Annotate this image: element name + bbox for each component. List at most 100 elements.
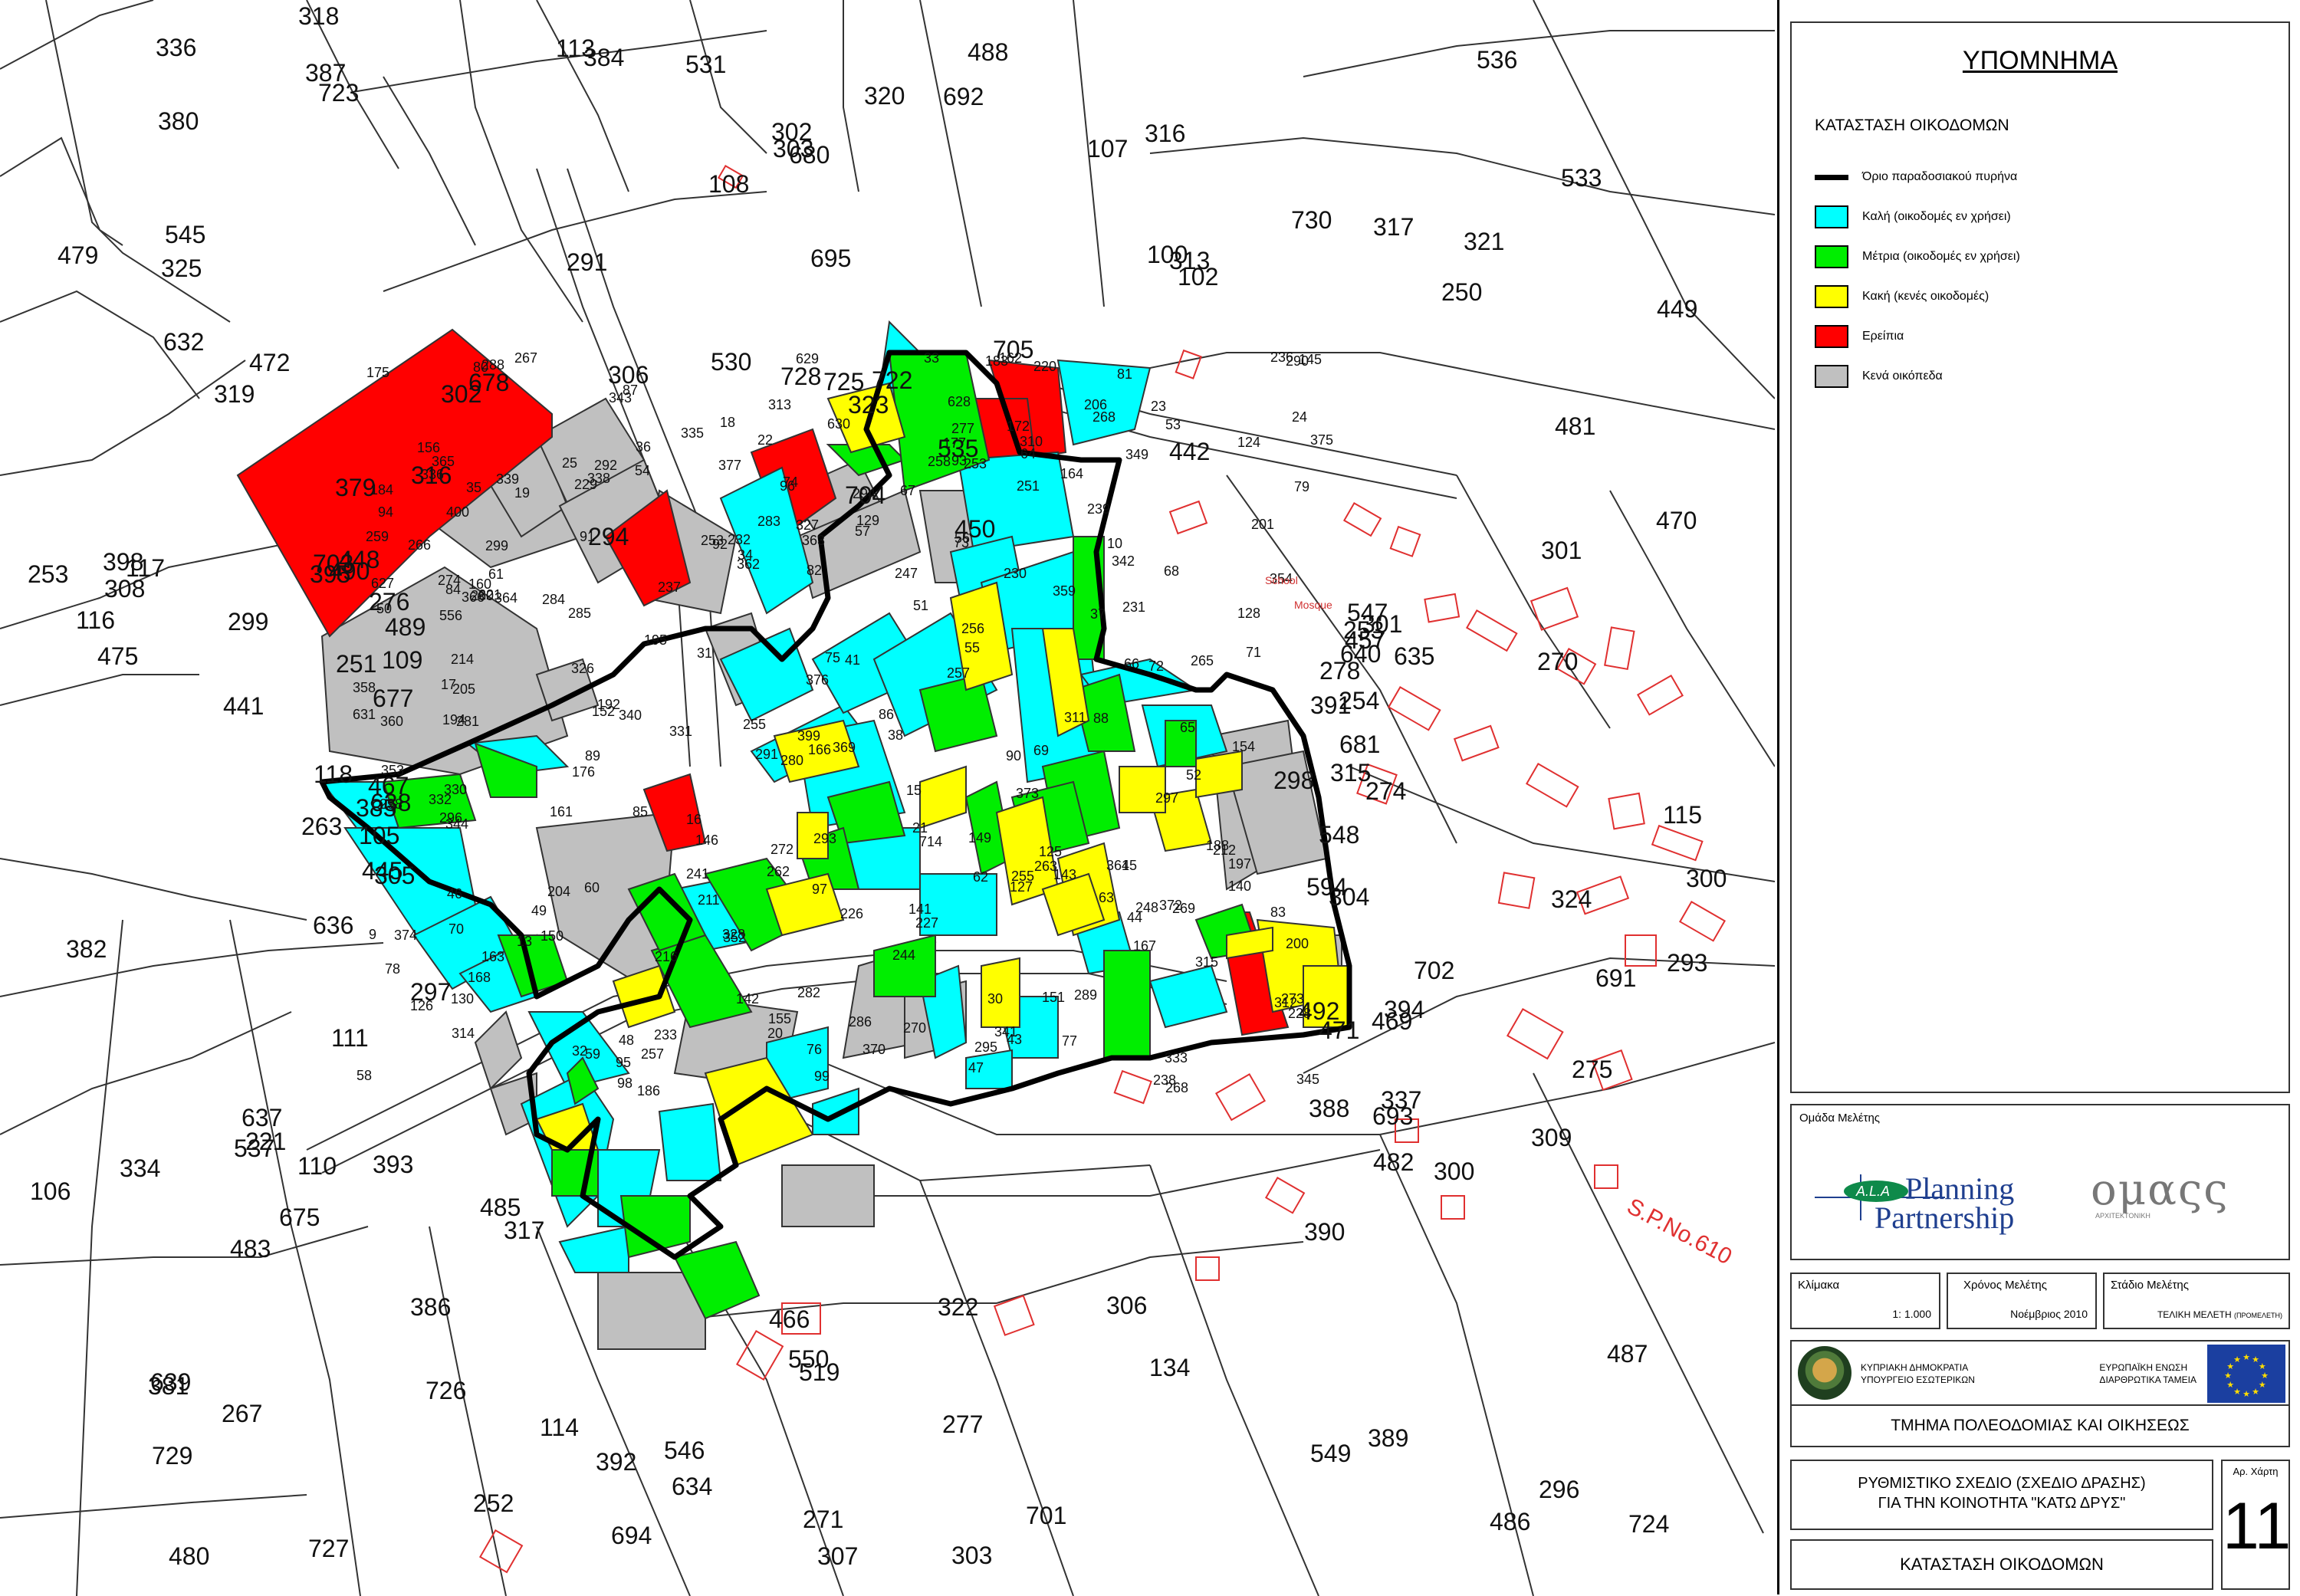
parcel-number-label: 631 [353, 707, 376, 722]
parcel-number-label: 714 [919, 834, 942, 849]
parcel-number-label: 628 [948, 394, 971, 409]
parcel-number-label: 130 [451, 991, 474, 1007]
parcel-number-label: 49 [531, 903, 547, 918]
parcel-number-label: 167 [1133, 938, 1156, 954]
legend-item-medium: Μέτρια (οικοδομές εν χρήσει) [1815, 245, 2020, 268]
legend-item-good: Καλή (οικοδομές εν χρήσει) [1815, 205, 2011, 228]
parcel-number-label: 227 [915, 915, 938, 931]
legend-item-label: Μέτρια (οικοδομές εν χρήσει) [1862, 250, 2020, 263]
parcel-number-label: 303 [773, 135, 813, 163]
parcel-number-label: 392 [596, 1448, 636, 1476]
parcel-number-label: 92 [712, 537, 728, 552]
parcel-number-label: 325 [161, 255, 202, 282]
parcel-number-label: 326 [571, 661, 594, 676]
parcel-number-label: 9 [369, 927, 376, 942]
legend-box: ΥΠΟΜΝΗΜΑ ΚΑΤΑΣΤΑΣΗ ΟΙΚΟΔΟΜΩΝ Όριο παραδο… [1790, 21, 2290, 1093]
legend-title: ΥΠΟΜΝΗΜΑ [1962, 46, 2118, 75]
parcel-number-label: 201 [1251, 517, 1274, 532]
parcel-number-label: 211 [698, 892, 720, 908]
legend-item-label: Κενά οικόπεδα [1862, 369, 1943, 383]
parcel-number-label: 151 [1042, 990, 1065, 1005]
parcel-number-label: 247 [895, 566, 918, 581]
eu-star: ★ [2259, 1362, 2266, 1371]
parcel-number-label: 166 [808, 742, 831, 757]
parcel-number-label: 442 [1169, 438, 1210, 465]
parcel-number-label: 727 [308, 1535, 349, 1562]
map-title-box: ΚΑΤΑΣΤΑΣΗ ΟΙΚΟΔΟΜΩΝ [1790, 1539, 2213, 1590]
parcel-number-label: 267 [222, 1400, 262, 1427]
parcel-number-label: 302 [441, 380, 481, 408]
parcel-number-label: 635 [1394, 642, 1434, 670]
parcel-number-label: 52 [1186, 767, 1201, 783]
parcel-number-label: 63 [1099, 890, 1114, 905]
parcel-number-label: 141 [909, 901, 932, 917]
parcel-number-label: 163 [481, 949, 504, 964]
eu-star: ★ [2259, 1381, 2266, 1390]
parcel-number-label: 107 [1087, 135, 1128, 163]
parcel-number-label: 550 [788, 1345, 829, 1373]
parcel-number-label: 46 [447, 886, 462, 901]
parcel-number-label: 300 [1434, 1158, 1474, 1185]
parcel-number-label: 105 [359, 822, 399, 849]
stage-value: ΤΕΛΙΚΗ ΜΕΛΕΤΗ [2157, 1309, 2232, 1320]
parcel-number-label: 244 [892, 947, 915, 963]
parcel-number-label: 25 [562, 455, 577, 471]
parcel-number-label: 335 [681, 425, 704, 441]
eu-star: ★ [2252, 1387, 2259, 1397]
parcel-number-label: 175 [366, 365, 389, 380]
parcel-number-label: 282 [797, 985, 820, 1000]
parcel-number-label: 479 [58, 241, 98, 269]
map-number-box: Αρ. Χάρτη 11 [2221, 1460, 2291, 1590]
parcel-number-label: 66 [1124, 656, 1139, 672]
parcel-number-label: 489 [385, 613, 426, 641]
parcel-number-label: 96 [780, 478, 795, 494]
parcel-number-label: 76 [807, 1042, 822, 1057]
parcel-number-label: 334 [120, 1154, 160, 1182]
cadastral-map[interactable]: 594 319 638 639 640 317 316 722 313 315 723 724 441 4… [0, 0, 1775, 1596]
parcel-number-label: 321 [1464, 228, 1504, 255]
parcel-number-label: 82 [807, 563, 822, 578]
parcel-number-label: 390 [1304, 1218, 1345, 1246]
parcel-number-label: 486 [1490, 1508, 1530, 1535]
parcel-number-label: 393 [373, 1151, 413, 1178]
parcel-number-label: 487 [1607, 1340, 1648, 1368]
parcel-number-label: 90 [1006, 748, 1021, 764]
parcel-number-label: 231 [1122, 599, 1145, 615]
parcel-number-label: 304 [1329, 883, 1369, 911]
parcel-number-label: 726 [426, 1377, 466, 1404]
parcel-number-label: 126 [410, 998, 433, 1013]
parcel-number-label: 293 [813, 831, 836, 846]
parcel-number-label: 70 [449, 921, 464, 937]
parcel-number-label: 370 [863, 1042, 886, 1057]
parcel-number-label: 239 [1087, 501, 1110, 517]
parcel-number-label: 307 [817, 1542, 858, 1570]
parcel-number-label: 232 [728, 532, 751, 547]
parcel-number-label: 548 [1319, 821, 1359, 849]
parcel-number-label: 156 [417, 440, 440, 455]
parcel-number-label: 88 [1093, 711, 1109, 726]
parcel-number-label: 259 [366, 529, 389, 544]
parcel-number-label: 289 [1074, 987, 1097, 1003]
parcel-number-label: 547 [1347, 599, 1388, 626]
parcel-number-label: 216 [655, 949, 678, 964]
parcel-number-label: 266 [408, 537, 431, 553]
parcel-number-label: 291 [567, 248, 607, 276]
scale-label: Κλίμακα [1798, 1279, 1840, 1292]
parcel-number-label: 250 [1441, 278, 1482, 306]
parcel-number-label: 695 [810, 245, 851, 272]
parcel-number-label: 466 [769, 1305, 810, 1333]
parcel-number-label: 54 [635, 463, 650, 478]
time-box: Χρόνος Μελέτης Νοέμβριος 2010 [1947, 1273, 2097, 1329]
parcel-number-label: 386 [410, 1293, 451, 1321]
legend-swatch-medium [1815, 245, 1848, 268]
parcel-number-label: 285 [568, 606, 591, 621]
parcel-number-label: 110 [297, 1152, 337, 1180]
parcel-number-label: 271 [803, 1506, 843, 1533]
parcel-number-label: 328 [722, 927, 745, 942]
parcel-number-label: 675 [279, 1204, 320, 1231]
parcel-number-label: 345 [1296, 1072, 1319, 1087]
parcel-number-label: 389 [1368, 1424, 1408, 1452]
parcel-number-label: 238 [1153, 1072, 1176, 1088]
parcel-number-label: 324 [1551, 885, 1592, 913]
legend-item-label: Ερείπια [1862, 330, 1904, 343]
